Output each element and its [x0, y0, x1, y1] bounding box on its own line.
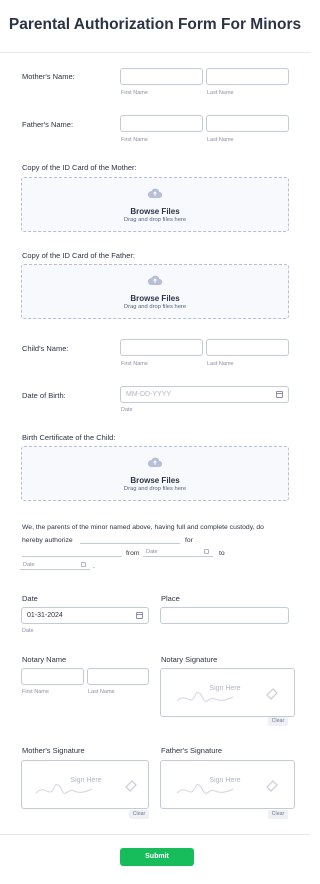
child-first-name-input[interactable]	[120, 339, 203, 356]
id-mother-label: Copy of the ID Card of the Mother:	[22, 163, 137, 172]
calendar-icon[interactable]	[276, 391, 283, 398]
date-value: 01-31-2024	[27, 612, 63, 619]
place-label: Place	[161, 594, 180, 603]
cloud-upload-icon	[22, 455, 288, 473]
notary-last-name-input[interactable]	[87, 668, 149, 685]
dob-placeholder: MM-DD-YYYY	[126, 391, 172, 398]
to-date-input[interactable]: Date	[20, 560, 90, 570]
dob-label: Date of Birth:	[22, 391, 66, 400]
browse-files-label[interactable]: Browse Files	[22, 476, 288, 485]
date-input[interactable]: 01-31-2024	[21, 607, 149, 624]
drag-drop-hint: Drag and drop files here	[123, 304, 187, 310]
mother-last-name-input[interactable]	[206, 68, 289, 85]
mother-last-name-sublabel: Last Name	[207, 90, 234, 96]
dob-input[interactable]: MM-DD-YYYY	[120, 386, 289, 403]
birth-cert-label: Birth Certificate of the Child:	[22, 433, 116, 442]
father-first-name-input[interactable]	[120, 115, 203, 132]
mother-first-name-input[interactable]	[120, 68, 203, 85]
father-signature-pad[interactable]: Sign Here	[160, 760, 295, 809]
father-last-name-sublabel: Last Name	[207, 137, 234, 143]
notary-signature-label: Notary Signature	[161, 655, 218, 664]
notary-name-label: Notary Name	[22, 655, 67, 664]
footer-divider	[0, 834, 310, 835]
calendar-icon[interactable]	[136, 612, 143, 619]
signature-scribble-icon	[176, 780, 278, 794]
date-sublabel: Date	[22, 628, 34, 634]
statement-hereby-text: hereby authorize	[22, 537, 73, 544]
child-first-name-sublabel: First Name	[121, 361, 148, 367]
statement-period: .	[93, 563, 95, 570]
calendar-icon[interactable]	[81, 562, 86, 567]
id-mother-dropzone[interactable]: Browse Files Drag and drop files here	[21, 177, 289, 232]
signature-scribble-icon	[35, 780, 137, 794]
statement-to-text: to	[219, 550, 225, 557]
notary-first-name-sublabel: First Name	[22, 689, 49, 695]
father-last-name-input[interactable]	[206, 115, 289, 132]
from-date-input[interactable]: Date	[143, 547, 213, 557]
notary-first-name-input[interactable]	[21, 668, 84, 685]
to-date-placeholder: Date	[23, 562, 35, 568]
cloud-upload-icon	[22, 186, 288, 204]
father-first-name-sublabel: First Name	[121, 137, 148, 143]
child-last-name-sublabel: Last Name	[207, 361, 234, 367]
submit-button[interactable]: Submit	[120, 848, 194, 866]
calendar-icon[interactable]	[204, 549, 209, 554]
place-input[interactable]	[160, 607, 289, 624]
browse-files-label[interactable]: Browse Files	[22, 294, 288, 303]
notary-signature-pad[interactable]: Sign Here	[160, 668, 295, 717]
father-signature-label: Father's Signature	[161, 746, 223, 755]
mother-clear-button[interactable]: Clear	[129, 810, 149, 819]
birth-cert-dropzone[interactable]: Browse Files Drag and drop files here	[21, 446, 289, 501]
dob-sublabel: Date	[121, 407, 133, 413]
notary-last-name-sublabel: Last Name	[88, 689, 115, 695]
mother-name-label: Mother's Name:	[22, 72, 75, 81]
authorized-purpose-input[interactable]	[22, 547, 122, 557]
browse-files-label[interactable]: Browse Files	[22, 207, 288, 216]
id-father-dropzone[interactable]: Browse Files Drag and drop files here	[21, 264, 289, 319]
father-name-label: Father's Name:	[22, 120, 74, 129]
from-date-placeholder: Date	[146, 549, 158, 555]
form-title: Parental Authorization Form For Minors	[8, 16, 302, 33]
child-name-label: Child's Name:	[22, 344, 69, 353]
drag-drop-hint: Drag and drop files here	[123, 486, 187, 492]
mother-signature-pad[interactable]: Sign Here	[21, 760, 149, 809]
child-last-name-input[interactable]	[206, 339, 289, 356]
header-divider	[0, 52, 310, 53]
cloud-upload-icon	[22, 273, 288, 291]
statement-for-text: for	[185, 537, 193, 544]
authorized-person-input[interactable]	[80, 534, 180, 544]
mother-signature-label: Mother's Signature	[22, 746, 85, 755]
date-label: Date	[22, 594, 38, 603]
signature-scribble-icon	[176, 688, 278, 702]
drag-drop-hint: Drag and drop files here	[123, 217, 187, 223]
mother-first-name-sublabel: First Name	[121, 90, 148, 96]
statement-from-text: from	[126, 550, 140, 557]
id-father-label: Copy of the ID Card of the Father:	[22, 251, 135, 260]
statement-line1: We, the parents of the minor named above…	[22, 524, 264, 531]
notary-clear-button[interactable]: Clear	[268, 717, 288, 726]
father-clear-button[interactable]: Clear	[268, 810, 288, 819]
